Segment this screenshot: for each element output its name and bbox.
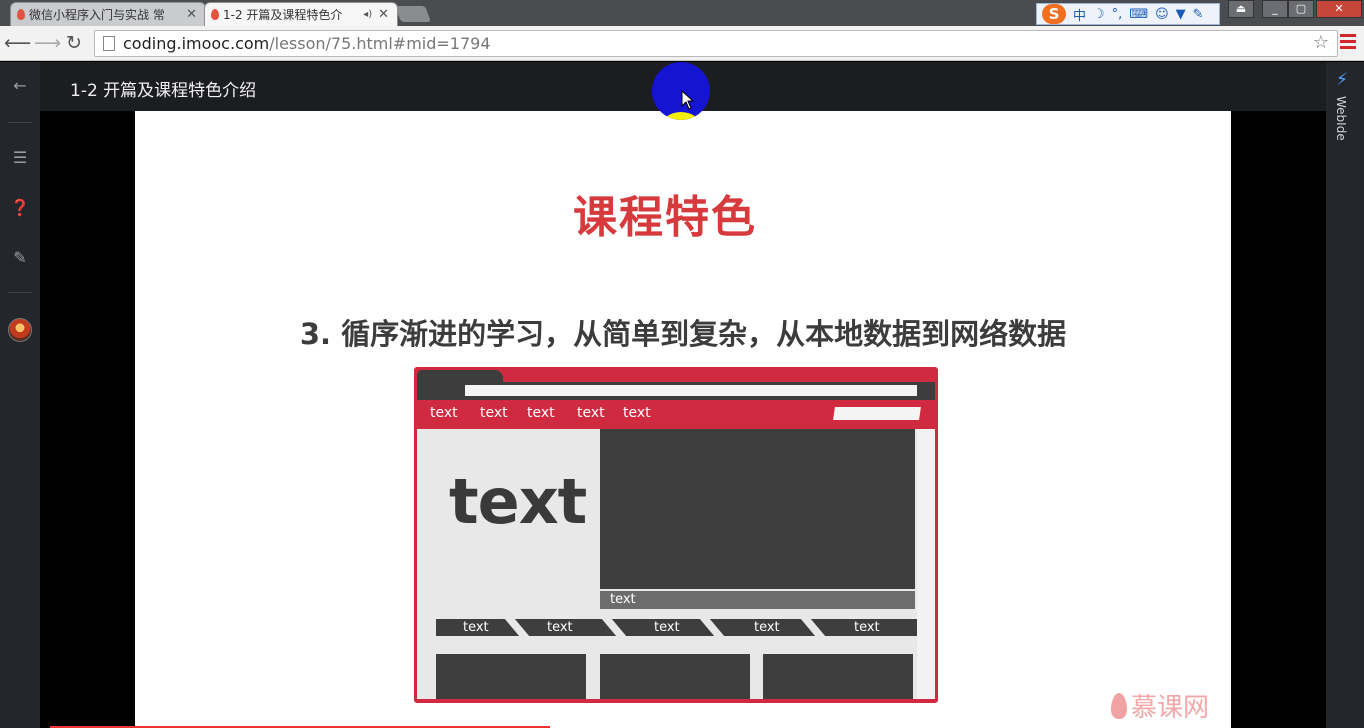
right-sidebar: ⚡ WebIde xyxy=(1326,62,1364,728)
reload-button[interactable]: ↻ xyxy=(62,31,86,55)
audio-playing-icon[interactable]: ◂) xyxy=(363,9,372,20)
divider xyxy=(8,122,32,123)
video-slide[interactable]: 课程特色 3. 循序渐进的学习，从简单到复杂，从本地数据到网络数据 text t… xyxy=(135,111,1231,728)
back-arrow-icon[interactable]: ← xyxy=(0,76,40,95)
illustration-row-item: text xyxy=(547,620,573,635)
imooc-flame-icon xyxy=(1111,692,1127,719)
slide-title: 课程特色 xyxy=(573,192,757,243)
ime-toolbar: S 中 ☽ °, ⌨ ☺ ▼ ✎ xyxy=(1036,3,1220,25)
illustration-separator xyxy=(504,619,530,636)
forward-button[interactable]: ⟶ xyxy=(34,31,61,55)
tab-title: 1-2 开篇及课程特色介 xyxy=(223,8,343,22)
new-tab-button[interactable] xyxy=(395,6,431,22)
illustration-tab-row: text text text text text xyxy=(436,619,917,636)
skin-icon[interactable]: ▼ xyxy=(1176,7,1186,22)
imooc-logo-text: 慕课网 xyxy=(1131,693,1210,723)
illustration-big-text: text xyxy=(449,465,587,538)
illustration-caption-text: text xyxy=(610,592,636,607)
address-bar[interactable]: coding.imooc.com/lesson/75.html#mid=1794… xyxy=(94,30,1338,57)
browser-tab-wechat-course[interactable]: 微信小程序入门与实战 常 ✕ xyxy=(10,2,206,26)
webide-label[interactable]: WebIde xyxy=(1334,96,1348,141)
page-icon xyxy=(103,36,115,51)
lesson-page: ← ☰ ❓ ✎ 1-2 开篇及课程特色介绍 ⚡ WebIde 课程特色 3. 循… xyxy=(0,62,1364,728)
bookmark-star-icon[interactable]: ☆ xyxy=(1313,32,1329,53)
browser-menu-button[interactable] xyxy=(1340,34,1356,52)
illustration-url-bar xyxy=(465,385,917,396)
page-title: 1-2 开篇及课程特色介绍 xyxy=(70,81,257,101)
illustration-row-item: text xyxy=(654,620,680,635)
browser-toolbar: ⟵ ⟶ ↻ coding.imooc.com/lesson/75.html#mi… xyxy=(0,26,1364,61)
illustration-separator xyxy=(800,619,826,636)
ime-mode-toggle[interactable]: 中 xyxy=(1073,5,1086,24)
close-icon[interactable]: ✕ xyxy=(186,7,197,22)
tab-title: 微信小程序入门与实战 常 xyxy=(29,8,165,22)
illustration-nav-item: text xyxy=(577,405,605,421)
notes-pencil-icon[interactable]: ✎ xyxy=(0,248,40,267)
illustration-nav-item: text xyxy=(430,405,458,421)
minimize-button[interactable]: _ xyxy=(1262,0,1288,18)
illustration-separator xyxy=(601,619,627,636)
illustration-nav-item: text xyxy=(623,405,651,421)
sogou-logo-icon[interactable]: S xyxy=(1042,4,1066,24)
webide-icon[interactable]: ⚡ xyxy=(1336,70,1348,90)
keyboard-icon[interactable]: ⌨ xyxy=(1129,7,1148,22)
wrench-icon[interactable]: ✎ xyxy=(1193,7,1204,22)
illustration-nav-item: text xyxy=(480,405,508,421)
illustration-content-box xyxy=(763,654,913,699)
back-button[interactable]: ⟵ xyxy=(4,31,31,55)
avatar[interactable] xyxy=(8,318,32,342)
illustration-video-block xyxy=(600,429,915,589)
left-sidebar: ← ☰ ❓ ✎ xyxy=(0,62,40,728)
illustration-content-box xyxy=(600,654,750,699)
close-window-button[interactable]: ✕ xyxy=(1316,0,1362,18)
close-icon[interactable]: ✕ xyxy=(378,7,389,22)
maximize-button[interactable]: ▢ xyxy=(1288,0,1314,18)
url-path: /lesson/75.html#mid=1794 xyxy=(269,34,491,53)
question-icon[interactable]: ❓ xyxy=(0,198,40,217)
illustration-row-item: text xyxy=(754,620,780,635)
illustration-video-caption: text xyxy=(600,591,915,609)
browser-tabstrip: 微信小程序入门与实战 常 ✕ 1-2 开篇及课程特色介 ◂) ✕ S 中 ☽ °… xyxy=(0,0,1364,26)
punctuation-icon[interactable]: °, xyxy=(1112,7,1123,22)
url-host: coding.imooc.com xyxy=(123,34,270,53)
user-icon[interactable]: ☺ xyxy=(1155,7,1169,22)
browser-tab-current-lesson[interactable]: 1-2 开篇及课程特色介 ◂) ✕ xyxy=(204,2,398,26)
illustration-content-box xyxy=(436,654,586,699)
moon-icon[interactable]: ☽ xyxy=(1093,7,1105,22)
illustration-navbar: text text text text text xyxy=(417,400,935,426)
imooc-logo: 慕课网 xyxy=(1111,687,1209,724)
illustration-row-item: text xyxy=(463,620,489,635)
slide-subtitle: 3. 循序渐进的学习，从简单到复杂，从本地数据到网络数据 xyxy=(299,317,1067,351)
webpage-illustration: text text text text text text text text … xyxy=(414,367,938,703)
illustration-body: text text text text text text text xyxy=(417,429,935,699)
illustration-separator xyxy=(699,619,725,636)
imooc-favicon-icon xyxy=(211,9,219,20)
illustration-row-item: text xyxy=(854,620,880,635)
divider xyxy=(8,292,32,293)
illustration-search-box xyxy=(833,407,921,420)
chapter-list-icon[interactable]: ☰ xyxy=(0,148,40,167)
illustration-chrome xyxy=(417,382,935,400)
profile-button[interactable]: ⏏ xyxy=(1228,0,1254,18)
illustration-nav-item: text xyxy=(527,405,555,421)
illustration-scrollbar xyxy=(917,429,935,699)
imooc-favicon-icon xyxy=(17,9,25,20)
